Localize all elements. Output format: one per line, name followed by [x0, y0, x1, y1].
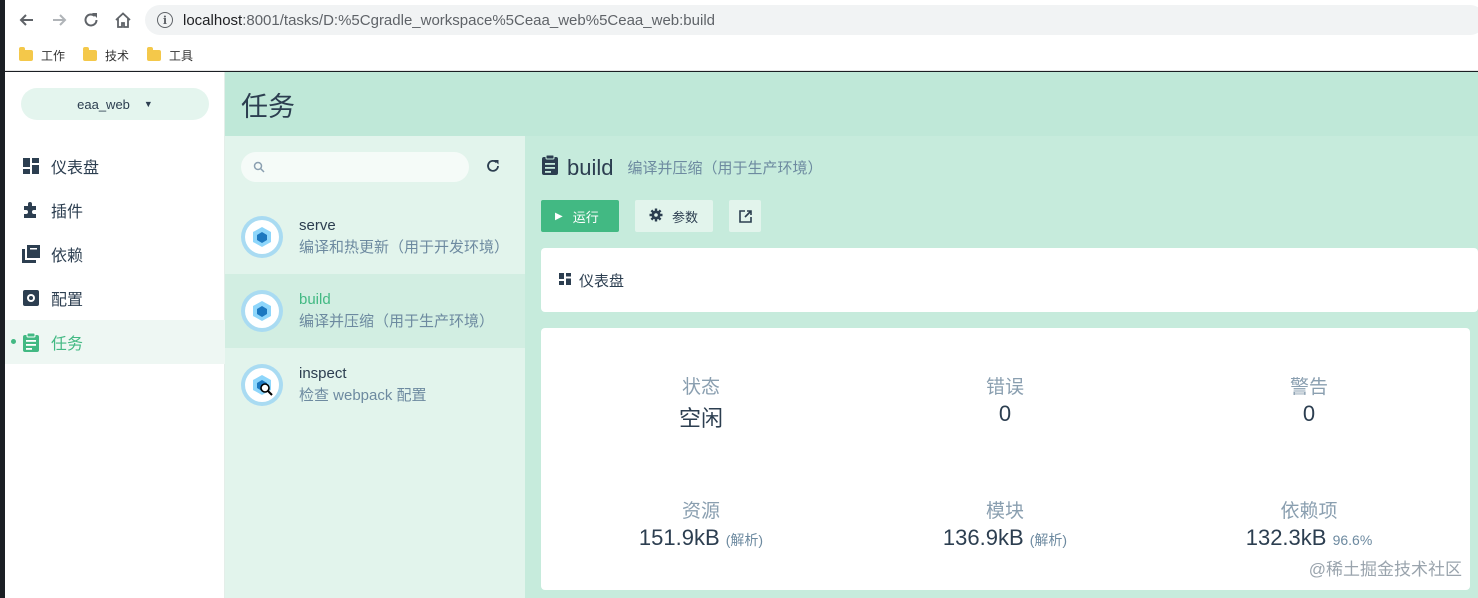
puzzle-icon: [21, 200, 41, 220]
address-bar[interactable]: i localhost:8001/tasks/D:%5Cgradle_works…: [145, 5, 1478, 35]
stat-value: 132.3kB 96.6%: [1245, 525, 1373, 550]
sidebar-item-plugins[interactable]: 插件: [5, 188, 225, 232]
stat-dependencies: 依赖项 132.3kB 96.6%: [1159, 496, 1459, 551]
stat-label: 错误: [985, 377, 1024, 398]
settings-icon: [21, 288, 41, 308]
task-detail: build 编译并压缩（用于生产环境） ▶ 运行 参数 仪表盘 状态 空闲 错误…: [525, 136, 1478, 598]
stat-value: 0: [998, 401, 1012, 426]
home-icon[interactable]: [107, 4, 139, 36]
task-description: 编译并压缩（用于生产环境）: [299, 313, 495, 330]
run-button[interactable]: ▶ 运行: [541, 200, 619, 232]
params-button[interactable]: 参数: [635, 200, 713, 232]
bookmark-work[interactable]: 工作: [19, 46, 65, 64]
stat-errors: 错误 0: [855, 372, 1155, 427]
search-input[interactable]: [241, 152, 469, 182]
task-name: serve: [299, 217, 336, 234]
url-text: localhost:8001/tasks/D:%5Cgradle_workspa…: [183, 11, 715, 29]
bookmark-tech[interactable]: 技术: [83, 46, 129, 64]
webpack-icon: [241, 216, 283, 258]
library-icon: [21, 244, 41, 264]
dashboard-icon: [559, 272, 571, 289]
refresh-icon[interactable]: [483, 156, 503, 176]
task-name: inspect: [299, 365, 347, 382]
project-name: eaa_web: [77, 96, 130, 112]
dashboard-icon: [21, 156, 41, 176]
stat-label: 依赖项: [1280, 501, 1338, 522]
main-content: 任务 serve 编译和热更新（用于开发环境） build 编译并压缩（用于生产…: [225, 72, 1478, 598]
gear-icon: [649, 208, 663, 225]
sidebar-item-config[interactable]: 配置: [5, 276, 225, 320]
stat-label: 状态: [681, 377, 720, 398]
webpack-icon: [241, 290, 283, 332]
task-item-inspect[interactable]: inspect 检查 webpack 配置: [225, 348, 525, 422]
stat-label: 警告: [1289, 377, 1328, 398]
clipboard-icon: [21, 332, 41, 352]
browser-toolbar: i localhost:8001/tasks/D:%5Cgradle_works…: [5, 0, 1478, 40]
folder-icon: [83, 46, 98, 61]
sidebar-item-dashboard[interactable]: 仪表盘: [5, 144, 225, 188]
stat-value: 空闲: [678, 406, 723, 431]
task-description: 编译和热更新（用于开发环境）: [299, 239, 510, 256]
task-title: build: [567, 154, 614, 180]
task-description: 检查 webpack 配置: [299, 387, 427, 404]
stat-modules: 模块 136.9kB (解析): [855, 496, 1155, 551]
sidebar-item-label: 任务: [51, 336, 84, 353]
params-label: 参数: [672, 209, 699, 225]
task-name: build: [299, 291, 331, 308]
stat-label: 模块: [985, 501, 1024, 522]
stat-label: 资源: [681, 501, 720, 522]
clipboard-icon: [541, 154, 559, 181]
stat-status: 状态 空闲: [551, 372, 851, 433]
sidebar-item-label: 插件: [51, 204, 84, 221]
bookmarks-bar: 工作 技术 工具: [5, 40, 1478, 71]
task-header: build 编译并压缩（用于生产环境）: [541, 154, 823, 181]
sidebar-item-dependencies[interactable]: 依赖: [5, 232, 225, 276]
back-icon[interactable]: [11, 4, 43, 36]
search-icon: [253, 161, 265, 173]
bookmark-tools[interactable]: 工具: [147, 46, 193, 64]
stat-assets: 资源 151.9kB (解析): [551, 496, 851, 551]
stat-value: 0: [1302, 401, 1316, 426]
task-list-panel: serve 编译和热更新（用于开发环境） build 编译并压缩（用于生产环境）: [225, 136, 525, 598]
task-subtitle: 编译并压缩（用于生产环境）: [627, 160, 823, 177]
run-label: 运行: [572, 209, 599, 225]
webpack-inspect-icon: [241, 364, 283, 406]
open-external-button[interactable]: [729, 200, 761, 232]
folder-icon: [19, 46, 33, 61]
stat-value: 136.9kB (解析): [942, 525, 1068, 550]
folder-icon: [147, 46, 162, 61]
open-in-new-icon: [738, 209, 752, 223]
task-item-serve[interactable]: serve 编译和热更新（用于开发环境）: [225, 200, 525, 274]
stat-warnings: 警告 0: [1159, 372, 1459, 427]
active-indicator: [11, 339, 16, 344]
caret-down-icon: ▼: [143, 99, 153, 109]
project-selector[interactable]: eaa_web ▼: [21, 88, 209, 120]
play-icon: ▶: [555, 210, 563, 222]
stats-panel: 状态 空闲 错误 0 警告 0 资源 151.9kB (解析) 模块 136.9…: [541, 328, 1470, 590]
vue-ui-app: eaa_web ▼ 仪表盘 插件 依赖 配置 任务 任务 serve 编译和热更…: [5, 72, 1478, 598]
dashboard-label: 仪表盘: [579, 272, 625, 290]
sidebar-item-label: 依赖: [51, 248, 84, 265]
info-icon[interactable]: i: [157, 12, 173, 28]
sidebar: eaa_web ▼ 仪表盘 插件 依赖 配置 任务: [5, 72, 225, 598]
task-item-build[interactable]: build 编译并压缩（用于生产环境）: [225, 274, 525, 348]
dashboard-tab[interactable]: 仪表盘: [541, 248, 1478, 312]
reload-icon[interactable]: [75, 4, 107, 36]
forward-icon[interactable]: [43, 4, 75, 36]
sidebar-item-label: 配置: [51, 292, 84, 309]
sidebar-item-tasks[interactable]: 任务: [5, 320, 225, 364]
sidebar-item-label: 仪表盘: [51, 160, 100, 177]
watermark: @稀土掘金技术社区: [1308, 560, 1462, 579]
stat-value: 151.9kB (解析): [638, 525, 764, 550]
page-title: 任务: [225, 72, 1478, 136]
